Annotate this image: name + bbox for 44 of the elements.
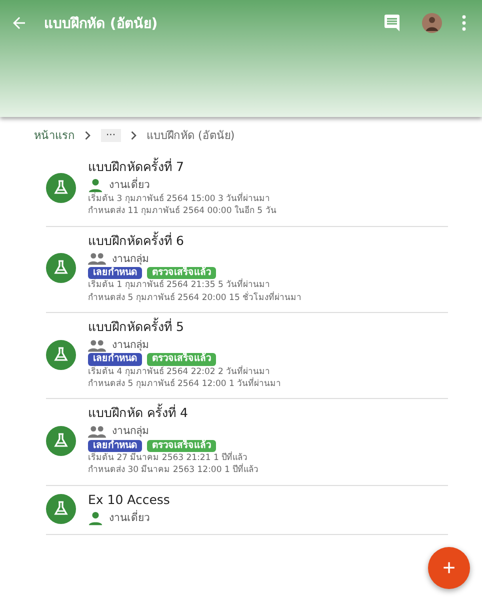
page-title: แบบฝึกหัด (อัตนัย) [44, 15, 158, 34]
comment-icon[interactable] [382, 13, 402, 33]
start-date: เริ่มต้น 27 มีนาคม 2563 21:21 1 ปีที่แล้ว [88, 452, 249, 463]
work-type: งานกลุ่ม [112, 424, 149, 439]
more-icon[interactable] [462, 15, 466, 31]
breadcrumb-current: แบบฝึกหัด (อัตนัย) [146, 128, 235, 144]
assignment-title[interactable]: แบบฝึกหัดครั้งที่ 5 [88, 319, 282, 336]
start-date: เริ่มต้น 3 กุมภาพันธ์ 2564 15:00 3 วันที่ผ่านมา [88, 194, 272, 205]
flask-icon [46, 340, 76, 370]
breadcrumb-more-button[interactable]: ··· [101, 128, 121, 142]
add-button[interactable]: + [428, 547, 470, 589]
group-icon [88, 424, 106, 438]
status-tag: ตรวจเสร็จแล้ว [147, 353, 216, 366]
status-tag: เลยกำหนด [88, 266, 142, 280]
work-type: งานเดี่ยว [109, 511, 150, 526]
status-tag: เลยกำหนด [88, 440, 142, 452]
work-type: งานกลุ่ม [112, 252, 149, 266]
work-type: งานเดี่ยว [109, 178, 150, 192]
group-icon [88, 252, 106, 266]
person-icon [88, 178, 103, 193]
flask-icon [46, 494, 76, 524]
due-date: กำหนดส่ง 5 กุมภาพันธ์ 2564 20:00 15 ชั่วโมงที่ผ่านมา [88, 292, 302, 304]
assignment-title[interactable]: แบบฝึกหัดครั้งที่ 7 [88, 159, 276, 176]
due-date: กำหนดส่ง 5 กุมภาพันธ์ 2564 12:00 1 วันที่ผ่านมา [88, 379, 282, 390]
start-date: เริ่มต้น 4 กุมภาพันธ์ 2564 22:02 2 วันที่ผ่านมา [88, 366, 272, 377]
flask-icon [46, 253, 76, 284]
group-icon [88, 338, 106, 352]
avatar-icon[interactable] [422, 13, 442, 33]
work-type: งานกลุ่ม [112, 338, 149, 352]
assignment-title[interactable]: Ex 10 Access [88, 492, 170, 509]
start-date: เริ่มต้น 1 กุมภาพันธ์ 2564 21:35 5 วันที่ผ่านมา [88, 280, 272, 291]
flask-icon [46, 426, 76, 456]
chevron-icon [130, 130, 137, 140]
status-tag: เลยกำหนด [88, 353, 142, 366]
due-date: กำหนดส่ง 30 มีนาคม 2563 12:00 1 ปีที่แล้ว [88, 465, 259, 477]
person-icon [88, 510, 103, 526]
breadcrumb-link[interactable]: หน้าแรก [34, 126, 75, 144]
status-tag: ตรวจเสร็จแล้ว [147, 440, 216, 452]
flask-icon [46, 173, 76, 204]
assignment-title[interactable]: แบบฝึกหัดครั้งที่ 6 [88, 232, 302, 250]
status-tag: ตรวจเสร็จแล้ว [147, 266, 216, 280]
due-date: กำหนดส่ง 11 กุมภาพันธ์ 2564 00:00 ในอีก 5 วัน [88, 206, 276, 218]
assignment-title[interactable]: แบบฝึกหัด ครั้งที่ 4 [88, 405, 259, 422]
chevron-icon [85, 130, 91, 140]
